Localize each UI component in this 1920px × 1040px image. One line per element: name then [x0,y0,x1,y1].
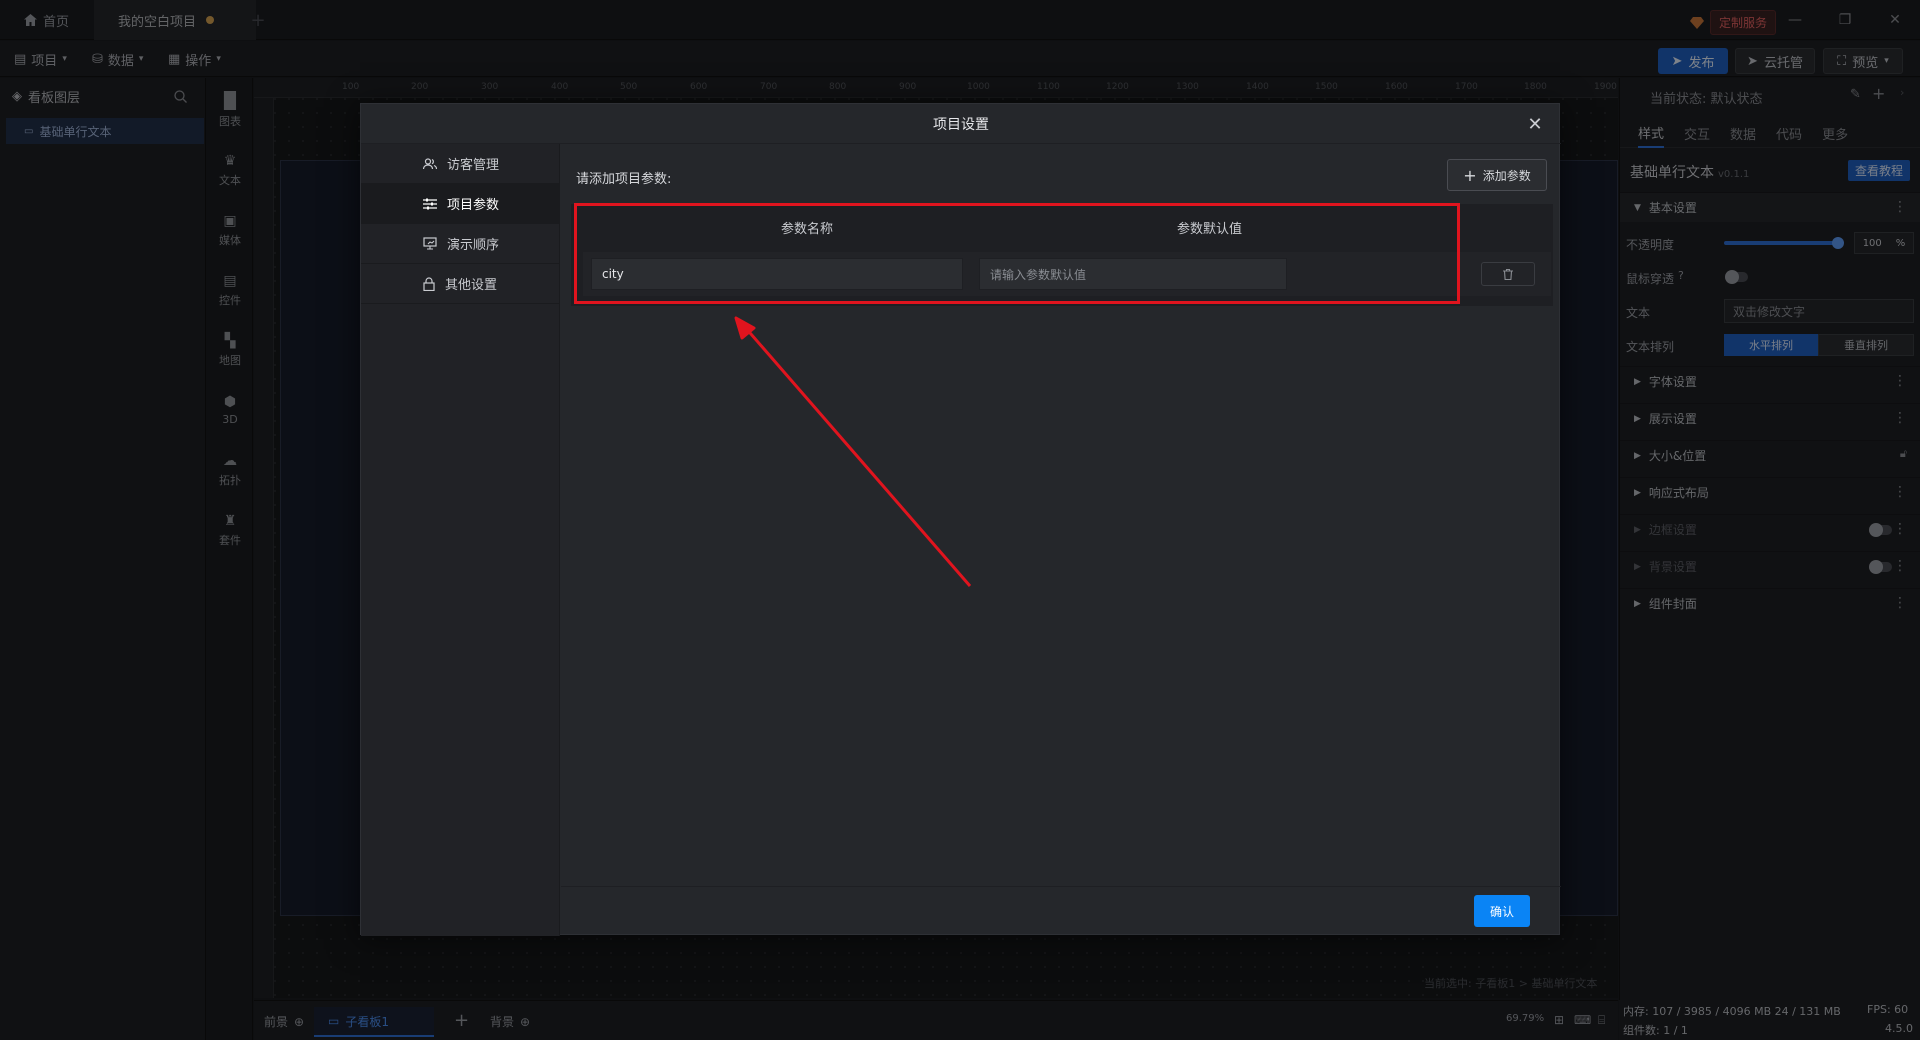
annotation-arrow [734,316,972,587]
